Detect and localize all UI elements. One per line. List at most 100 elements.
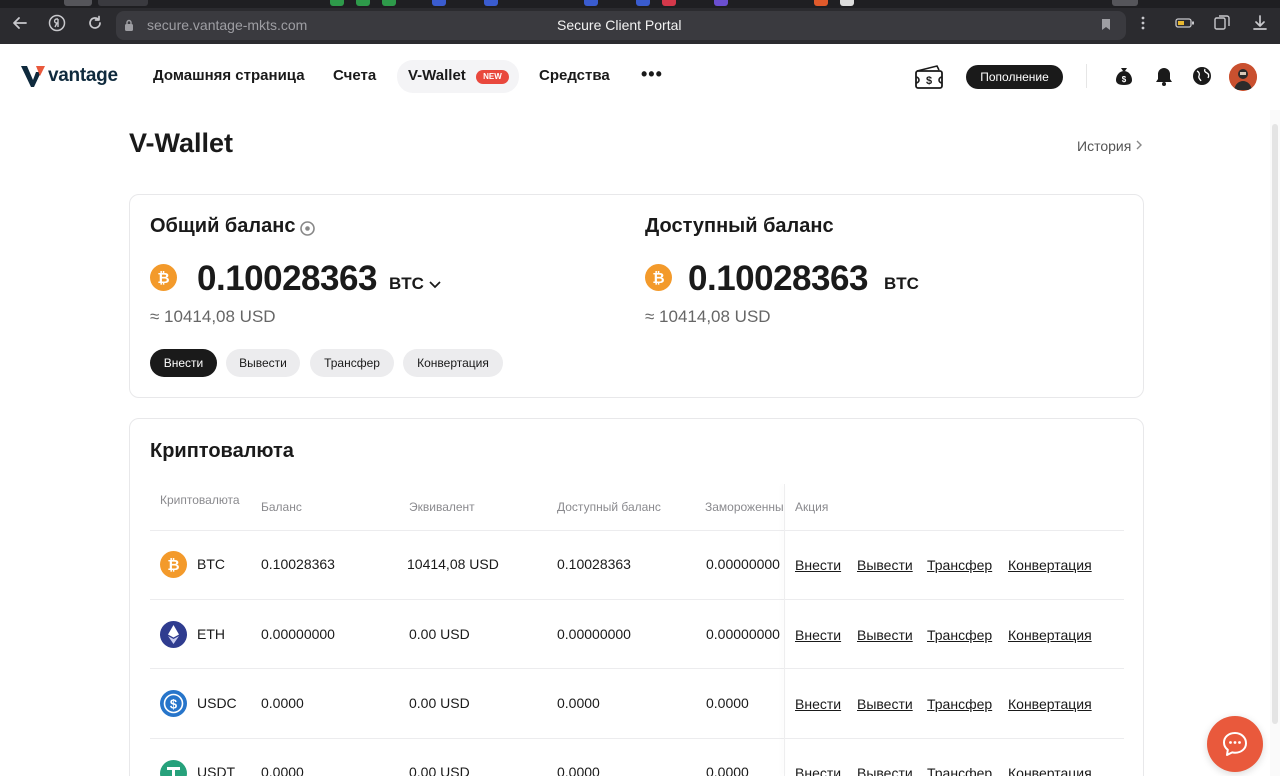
row-symbol: USDC: [197, 695, 237, 711]
row-convert-link[interactable]: Конвертация: [1008, 765, 1092, 776]
btc-icon: ₿: [160, 551, 187, 578]
row-frozen: 0.0000: [706, 764, 749, 776]
deposit-button[interactable]: Внести: [150, 349, 217, 377]
chevron-down-icon[interactable]: [428, 277, 442, 289]
tab[interactable]: [714, 0, 728, 6]
more-icon[interactable]: •••: [641, 64, 663, 85]
tab[interactable]: [382, 0, 396, 6]
tab[interactable]: [636, 0, 650, 6]
row-deposit-link[interactable]: Внести: [795, 696, 841, 712]
col-currency: Криптовалюта: [160, 493, 240, 507]
promo-dollar-icon[interactable]: $: [914, 64, 944, 90]
nav-vwallet[interactable]: V-Wallet: [408, 67, 466, 84]
bell-icon[interactable]: [1153, 65, 1175, 87]
topup-button[interactable]: Пополнение: [966, 65, 1063, 89]
tab-strip: [0, 0, 1280, 8]
tab[interactable]: [1112, 0, 1138, 6]
row-deposit-link[interactable]: Внести: [795, 557, 841, 573]
available-balance-usd: ≈ 10414,08 USD: [645, 307, 771, 326]
chat-bubble-icon: [1223, 732, 1247, 756]
col-balance: Баланс: [261, 500, 302, 514]
reload-icon[interactable]: [86, 14, 104, 32]
collections-icon[interactable]: [1213, 14, 1231, 32]
available-balance-label: Доступный баланс: [645, 215, 834, 237]
btc-coin-icon: ₿: [645, 264, 672, 291]
row-transfer-link[interactable]: Трансфер: [927, 765, 992, 776]
scrollbar-thumb[interactable]: [1272, 124, 1278, 724]
lock-icon: [124, 18, 134, 31]
avatar[interactable]: [1229, 63, 1257, 91]
globe-icon[interactable]: [1191, 65, 1213, 87]
col-frozen: Замороженные: [705, 500, 785, 514]
new-badge: NEW: [476, 70, 509, 84]
header-divider: [1086, 64, 1087, 88]
row-equivalent: 0.00 USD: [409, 695, 470, 711]
tab[interactable]: [98, 0, 148, 6]
row-equivalent: 10414,08 USD: [407, 556, 499, 572]
nav-home[interactable]: Домашняя страница: [153, 67, 305, 84]
row-divider: [150, 668, 1124, 669]
active-tab[interactable]: [64, 0, 92, 6]
total-balance-unit[interactable]: BTC: [389, 274, 424, 294]
svg-text:$: $: [1122, 75, 1127, 84]
nav-accounts[interactable]: Счета: [333, 67, 376, 84]
scrollbar[interactable]: [1270, 110, 1280, 776]
bookmark-icon[interactable]: [1101, 18, 1111, 31]
menu-dots-icon[interactable]: [1134, 14, 1152, 32]
eye-icon[interactable]: [300, 221, 315, 236]
chat-button[interactable]: [1207, 716, 1263, 772]
url-text[interactable]: secure.vantage-mkts.com: [147, 17, 307, 33]
tab[interactable]: [662, 0, 676, 6]
row-available: 0.0000: [557, 764, 600, 776]
row-convert-link[interactable]: Конвертация: [1008, 627, 1092, 643]
tab[interactable]: [356, 0, 370, 6]
tab[interactable]: [584, 0, 598, 6]
row-transfer-link[interactable]: Трансфер: [927, 557, 992, 573]
vantage-logo-mark: [21, 66, 45, 87]
row-frozen: 0.00000000: [706, 556, 780, 572]
nav-funds[interactable]: Средства: [539, 67, 610, 84]
history-link[interactable]: История: [1077, 138, 1131, 154]
row-transfer-link[interactable]: Трансфер: [927, 627, 992, 643]
tab[interactable]: [840, 0, 854, 6]
row-balance: 0.0000: [261, 764, 304, 776]
download-icon[interactable]: [1251, 14, 1269, 32]
row-balance: 0.10028363: [261, 556, 335, 572]
row-symbol: BTC: [197, 556, 225, 572]
col-available: Доступный баланс: [557, 500, 661, 514]
row-withdraw-link[interactable]: Вывести: [857, 557, 913, 573]
yandex-icon[interactable]: [48, 14, 66, 32]
row-withdraw-link[interactable]: Вывести: [857, 696, 913, 712]
money-bag-icon[interactable]: $: [1113, 65, 1135, 87]
tab[interactable]: [432, 0, 446, 6]
page-title: V-Wallet: [129, 128, 234, 158]
tab[interactable]: [814, 0, 828, 6]
convert-button[interactable]: Конвертация: [403, 349, 503, 377]
total-balance-value: 0.10028363: [197, 259, 377, 298]
logo-text: vantage: [48, 65, 118, 86]
row-convert-link[interactable]: Конвертация: [1008, 557, 1092, 573]
row-available: 0.10028363: [557, 556, 631, 572]
row-balance: 0.0000: [261, 695, 304, 711]
row-equivalent: 0.00 USD: [409, 626, 470, 642]
row-deposit-link[interactable]: Внести: [795, 627, 841, 643]
tab[interactable]: [330, 0, 344, 6]
row-available: 0.00000000: [557, 626, 631, 642]
vantage-logo[interactable]: vantage: [20, 64, 118, 88]
row-convert-link[interactable]: Конвертация: [1008, 696, 1092, 712]
row-symbol: ETH: [197, 626, 225, 642]
chevron-right-icon[interactable]: [1134, 138, 1144, 155]
row-transfer-link[interactable]: Трансфер: [927, 696, 992, 712]
row-divider: [150, 738, 1124, 739]
row-withdraw-link[interactable]: Вывести: [857, 627, 913, 643]
row-withdraw-link[interactable]: Вывести: [857, 765, 913, 776]
withdraw-button[interactable]: Вывести: [226, 349, 300, 377]
row-deposit-link[interactable]: Внести: [795, 765, 841, 776]
total-balance-label: Общий баланс: [150, 215, 296, 237]
back-icon[interactable]: [11, 14, 29, 32]
transfer-button[interactable]: Трансфер: [310, 349, 394, 377]
usdc-icon: $: [160, 690, 187, 717]
battery-icon: [1175, 14, 1194, 32]
tab[interactable]: [484, 0, 498, 6]
sticky-column-divider: [784, 484, 785, 776]
